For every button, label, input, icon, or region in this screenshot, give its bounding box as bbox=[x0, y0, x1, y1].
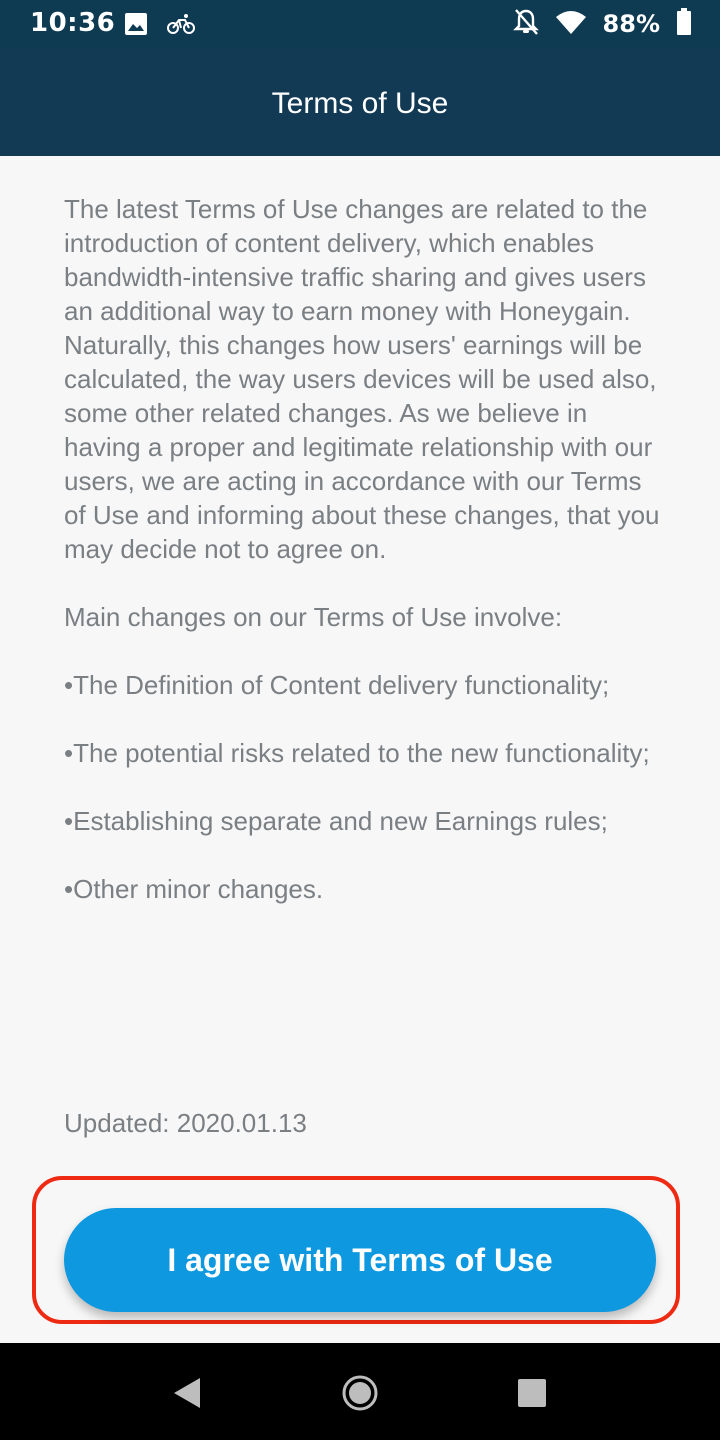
status-bar: 10:36 88% bbox=[0, 0, 720, 48]
change-item: •Other minor changes. bbox=[64, 874, 324, 904]
main-changes-heading: Main changes on our Terms of Use involve… bbox=[64, 602, 563, 632]
battery-icon bbox=[676, 8, 692, 40]
terms-text: The latest Terms of Use changes are rela… bbox=[64, 192, 664, 906]
updated-date: Updated: 2020.01.13 bbox=[64, 1108, 307, 1138]
change-item: •The potential risks related to the new … bbox=[64, 738, 650, 768]
notifications-off-icon bbox=[512, 8, 539, 40]
image-icon bbox=[124, 12, 148, 40]
wifi-icon bbox=[555, 9, 587, 39]
status-right-icons: 88% bbox=[512, 8, 692, 40]
agree-terms-button[interactable]: I agree with Terms of Use bbox=[64, 1208, 656, 1312]
status-time: 10:36 bbox=[30, 8, 116, 38]
change-item: •The Definition of Content delivery func… bbox=[64, 670, 610, 700]
status-left-icons bbox=[124, 12, 196, 40]
change-item: •Establishing separate and new Earnings … bbox=[64, 806, 608, 836]
terms-content: The latest Terms of Use changes are rela… bbox=[0, 156, 720, 1343]
recents-icon[interactable] bbox=[512, 1373, 552, 1413]
app-header: Terms of Use bbox=[0, 48, 720, 156]
home-icon[interactable] bbox=[340, 1373, 380, 1413]
terms-intro: The latest Terms of Use changes are rela… bbox=[64, 194, 660, 564]
page-title: Terms of Use bbox=[271, 87, 449, 120]
cycling-icon bbox=[166, 12, 196, 40]
battery-percent: 88% bbox=[602, 10, 660, 38]
back-icon[interactable] bbox=[166, 1373, 206, 1413]
navigation-bar bbox=[0, 1343, 720, 1440]
